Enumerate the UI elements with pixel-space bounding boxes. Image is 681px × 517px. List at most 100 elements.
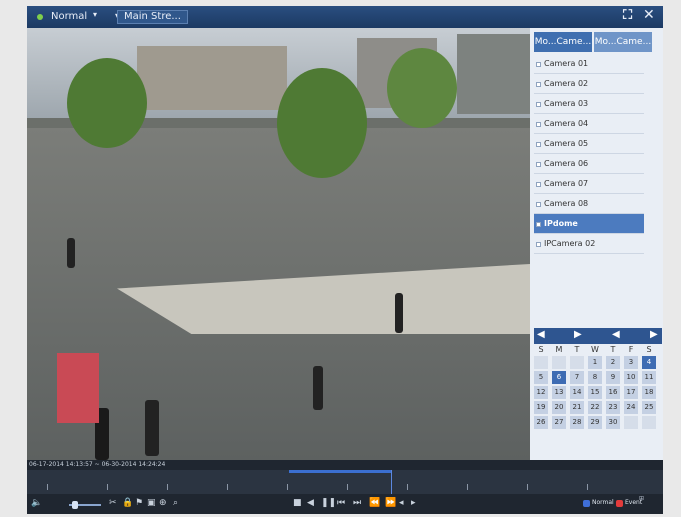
control-strip: 🔈 ✂ 🔒 ⚑ ▣ ⊕ ⌕ ■ ◀ ❚❚ ⏮ ⏭ ⏪ ⏩ ◂ ▸ Normal … — [27, 494, 663, 514]
timeline-tick — [107, 484, 108, 490]
calendar-nav: ◀ ▶ ◀ ▶ — [534, 328, 662, 344]
tab-camera-1[interactable]: Mo...Came... — [534, 32, 592, 52]
fullscreen-icon[interactable]: ⛶ — [623, 8, 632, 23]
calendar-day[interactable]: 9 — [606, 371, 620, 384]
checkbox-icon[interactable] — [536, 222, 541, 227]
calendar-day[interactable]: 2 — [606, 356, 620, 369]
calendar-day[interactable]: 19 — [534, 401, 548, 414]
camera-item[interactable]: IPCamera 02 — [534, 234, 644, 254]
video-tree — [277, 68, 367, 178]
close-icon[interactable]: ✕ — [643, 7, 655, 23]
calendar-day[interactable]: 8 — [588, 371, 602, 384]
tag-icon[interactable]: ⚑ — [135, 498, 143, 508]
next-day-icon[interactable]: ▸ — [411, 498, 416, 508]
title-bar: Normal ▾ ▾ Main Stre... ⛶ ✕ — [27, 6, 663, 28]
timeline-tick — [167, 484, 168, 490]
checkbox-icon[interactable] — [536, 82, 541, 87]
search-icon[interactable]: ⌕ — [173, 498, 178, 508]
status-icon — [37, 14, 43, 20]
camera-item[interactable]: Camera 07 — [534, 174, 644, 194]
clip-icon[interactable]: ✂ — [109, 498, 117, 508]
camera-item[interactable]: Camera 03 — [534, 94, 644, 114]
calendar-day[interactable]: 1 — [588, 356, 602, 369]
video-building — [457, 34, 530, 114]
calendar-day[interactable]: 29 — [588, 416, 602, 429]
calendar-day[interactable]: 24 — [624, 401, 638, 414]
playback-window: Normal ▾ ▾ Main Stre... ⛶ ✕ Mo...Came...… — [27, 6, 663, 514]
prev-year-icon[interactable]: ◀ — [537, 329, 545, 340]
video-building — [137, 46, 287, 110]
zoom-in-icon[interactable]: ⊕ — [159, 498, 167, 508]
chevron-down-icon[interactable]: ▾ — [93, 10, 97, 19]
calendar-day[interactable]: 6 — [552, 371, 566, 384]
calendar-day[interactable]: 12 — [534, 386, 548, 399]
calendar-day[interactable]: 21 — [570, 401, 584, 414]
pause-icon[interactable]: ❚❚ — [321, 498, 336, 508]
calendar-day[interactable]: 11 — [642, 371, 656, 384]
volume-icon[interactable]: 🔈 — [31, 498, 42, 508]
calendar-day[interactable]: 4 — [642, 356, 656, 369]
volume-knob[interactable] — [72, 501, 78, 509]
checkbox-icon[interactable] — [536, 102, 541, 107]
calendar-day[interactable]: 20 — [552, 401, 566, 414]
calendar-day — [552, 356, 566, 369]
calendar-day[interactable]: 22 — [588, 401, 602, 414]
camera-item[interactable]: Camera 02 — [534, 74, 644, 94]
camera-item[interactable]: Camera 01 — [534, 54, 644, 74]
next-year-icon[interactable]: ▶ — [574, 329, 582, 340]
camera-item[interactable]: IPdome — [534, 214, 644, 234]
checkbox-icon[interactable] — [536, 202, 541, 207]
calendar-day[interactable]: 26 — [534, 416, 548, 429]
snapshot-icon[interactable]: ▣ — [147, 498, 156, 508]
reverse-play-icon[interactable]: ◀ — [307, 498, 314, 508]
calendar-day[interactable]: 7 — [570, 371, 584, 384]
video-person — [67, 238, 75, 268]
calendar-day[interactable]: 28 — [570, 416, 584, 429]
calendar-day[interactable]: 10 — [624, 371, 638, 384]
calendar-day[interactable]: 15 — [588, 386, 602, 399]
calendar-day[interactable]: 13 — [552, 386, 566, 399]
checkbox-icon[interactable] — [536, 142, 541, 147]
calendar-weekdays: S M T W T F S — [534, 344, 662, 356]
camera-list: Camera 01 Camera 02 Camera 03 Camera 04 … — [534, 54, 644, 254]
video-view[interactable] — [27, 28, 530, 460]
fast-icon[interactable]: ⏩ — [385, 498, 396, 508]
calendar-day[interactable]: 16 — [606, 386, 620, 399]
lock-icon[interactable]: 🔒 — [122, 498, 133, 508]
stop-icon[interactable]: ■ — [293, 498, 302, 508]
slow-icon[interactable]: ⏪ — [369, 498, 380, 508]
calendar-day[interactable]: 18 — [642, 386, 656, 399]
camera-item[interactable]: Camera 04 — [534, 114, 644, 134]
stream-type-dropdown[interactable]: Main Stre... — [117, 10, 188, 24]
next-month-icon[interactable]: ▶ — [650, 329, 658, 340]
calendar-day[interactable]: 17 — [624, 386, 638, 399]
time-range-label: 06-17-2014 14:13:57 ~ 06-30-2014 14:24:2… — [29, 461, 166, 468]
calendar-day[interactable]: 5 — [534, 371, 548, 384]
calendar-day[interactable]: 3 — [624, 356, 638, 369]
timeline-bar[interactable]: ⊞ — [27, 470, 663, 502]
step-forward-icon[interactable]: ⏭ — [353, 498, 361, 508]
playback-controls: 06-17-2014 14:13:57 ~ 06-30-2014 14:24:2… — [27, 460, 663, 514]
checkbox-icon[interactable] — [536, 162, 541, 167]
timeline-tick — [347, 484, 348, 490]
checkbox-icon[interactable] — [536, 242, 541, 247]
checkbox-icon[interactable] — [536, 122, 541, 127]
camera-item[interactable]: Camera 06 — [534, 154, 644, 174]
calendar-day[interactable]: 14 — [570, 386, 584, 399]
video-tree — [67, 58, 147, 148]
calendar-day[interactable]: 30 — [606, 416, 620, 429]
calendar-day[interactable]: 23 — [606, 401, 620, 414]
camera-item[interactable]: Camera 05 — [534, 134, 644, 154]
tab-camera-2[interactable]: Mo...Came... — [594, 32, 652, 52]
checkbox-icon[interactable] — [536, 182, 541, 187]
playback-mode-label[interactable]: Normal — [51, 11, 87, 22]
timeline-cursor[interactable] — [391, 470, 392, 494]
camera-item[interactable]: Camera 08 — [534, 194, 644, 214]
calendar-day[interactable]: 27 — [552, 416, 566, 429]
prev-day-icon[interactable]: ◂ — [399, 498, 404, 508]
step-back-icon[interactable]: ⏮ — [337, 498, 345, 508]
checkbox-icon[interactable] — [536, 62, 541, 67]
prev-month-icon[interactable]: ◀ — [612, 329, 620, 340]
calendar-day[interactable]: 25 — [642, 401, 656, 414]
weekday-label: T — [574, 345, 580, 354]
